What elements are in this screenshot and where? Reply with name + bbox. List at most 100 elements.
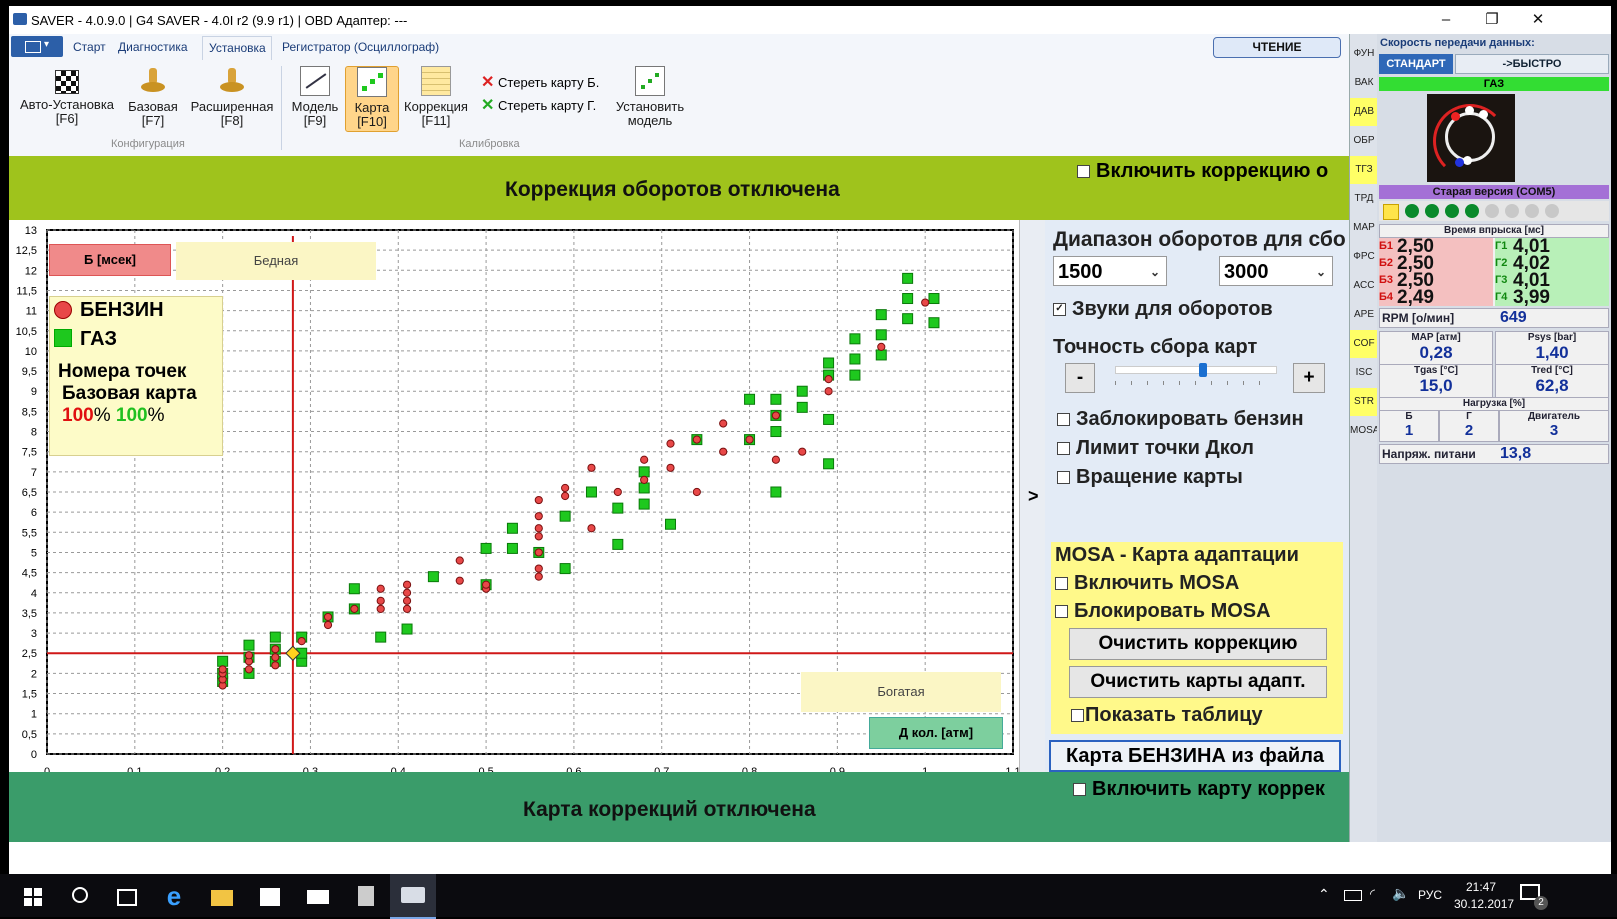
collapse-panel-strip[interactable]: > [1019,220,1046,772]
side-tab-8[interactable]: АСС [1350,272,1378,300]
precision-slider[interactable] [1115,363,1277,393]
standard-speed-button[interactable]: СТАНДАРТ [1379,54,1453,74]
start-icon[interactable] [20,882,48,910]
erase-g-button[interactable]: ✕ Стереть карту Г. [481,95,596,115]
rotate-map-checkbox[interactable]: Вращение карты [1057,466,1243,489]
fast-speed-button[interactable]: ->БЫСТРО [1455,54,1609,74]
petrol-point [402,604,412,613]
petrol-point [666,463,675,472]
side-tab-9[interactable]: АРЕ [1350,301,1378,329]
b-axis-label: Б [мсек] [83,252,137,267]
file-menu-button[interactable]: ▾ [11,36,63,57]
map-value: 0,28 [1419,343,1453,362]
block-mosa-checkbox[interactable]: Блокировать MOSA [1055,600,1271,623]
side-tab-11[interactable]: ISC [1350,359,1378,387]
file-explorer-icon[interactable] [208,882,236,910]
store-icon[interactable] [256,882,284,910]
auto-install-button[interactable]: Авто-Установка [F6] [17,66,117,126]
petrol-map-from-file-button[interactable]: Карта БЕНЗИНА из файла [1049,740,1341,772]
search-icon[interactable] [66,882,94,910]
expand-arrow-icon[interactable]: > [1028,486,1039,507]
edge-browser-icon[interactable]: e [160,882,188,910]
petrol-point [218,665,227,674]
petrol-point [455,576,464,585]
rpm-min-select[interactable]: 1500 ⌄ [1053,256,1167,286]
task-view-icon[interactable] [112,882,140,910]
enable-rpm-correction-checkbox[interactable]: Включить коррекцию о [1077,160,1328,183]
status-led [1525,204,1539,218]
joystick-icon [217,66,247,96]
tab-install[interactable]: Установка [202,36,272,60]
battery-icon[interactable] [1344,890,1362,901]
tab-diagnostics[interactable]: Диагностика [118,40,188,54]
title-bar: SAVER - 4.0.9.0 | G4 SAVER - 4.0I r2 (9.… [9,6,1611,34]
read-button[interactable]: ЧТЕНИЕ [1213,37,1341,58]
mail-icon[interactable] [304,882,332,910]
erase-b-button[interactable]: ✕ Стереть карту Б. [481,72,599,92]
clear-adapt-maps-button[interactable]: Очистить карты адапт. [1069,666,1327,698]
restore-button[interactable]: ❐ [1469,6,1515,34]
side-tab-7[interactable]: ФРС [1350,243,1378,271]
basic-key: [F7] [141,113,165,128]
limit-point-checkbox[interactable]: Лимит точки Дкол [1057,437,1254,460]
enable-mosa-checkbox[interactable]: Включить MOSA [1055,572,1239,595]
side-tab-12[interactable]: STR [1350,388,1378,416]
rpm-sounds-checkbox[interactable]: ✓ Звуки для оборотов [1053,298,1273,321]
side-tab-10[interactable]: COF [1350,330,1378,358]
side-tab-4[interactable]: ТГЗ [1350,156,1378,184]
network-icon[interactable]: ◜ [1370,886,1375,902]
tab-recorder[interactable]: Регистратор (Осциллограф) [282,40,439,54]
petrol-point [376,604,385,613]
rpm-max-select[interactable]: 3000 ⌄ [1219,256,1333,286]
close-button[interactable]: ✕ [1515,6,1561,34]
model-key: [F9] [303,113,327,128]
side-tab-6[interactable]: МАР [1350,214,1378,242]
petrol-point [692,487,701,497]
lock-petrol-checkbox[interactable]: Заблокировать бензин [1057,408,1304,431]
slider-thumb[interactable] [1199,363,1207,377]
precision-minus-button[interactable]: - [1065,363,1095,393]
gas-point [401,623,413,635]
tred-label: Tred [°C] [1531,365,1573,376]
tab-start[interactable]: Старт [73,40,106,54]
chevron-up-icon[interactable]: ⌃ [1318,886,1330,903]
side-tab-3[interactable]: ОБР [1350,127,1378,155]
gas-injector-label: Г1 [1495,238,1513,255]
clock-time[interactable]: 21:47 [1466,880,1496,894]
language-indicator[interactable]: РУС [1418,888,1442,902]
y-tick-label: 3 [31,628,37,640]
load-header: Нагрузка [%] [1379,397,1609,411]
install-model-button[interactable]: Установить модель [609,66,691,128]
psys-cell: Psys [bar] 1,40 [1495,331,1609,365]
model-button[interactable]: Модель [F9] [287,66,343,128]
window-title: SAVER - 4.0.9.0 | G4 SAVER - 4.0I r2 (9.… [31,13,408,28]
saver-app-taskbar-icon[interactable] [390,874,436,919]
side-tab-0[interactable]: ФУН [1350,40,1378,68]
y-tick-label: 11,5 [16,285,37,297]
volume-icon[interactable]: 🔈 [1392,885,1409,902]
gas-point [849,353,861,365]
petrol-point [244,665,254,674]
show-table-checkbox[interactable]: Показать таблицу [1071,704,1263,727]
advanced-button[interactable]: Расширенная [F8] [189,66,275,128]
clock-date[interactable]: 30.12.2017 [1454,897,1514,911]
map-chart-area[interactable]: 0 0,5 1 1,5 2 2,5 3 3,5 4 4,5 5 5,5 6 6,5 7 7,5 8 8,5 9 9,5… [9,220,1019,772]
precision-plus-button[interactable]: + [1293,363,1325,393]
side-tab-2[interactable]: ДАВ [1350,98,1378,126]
correction-button[interactable]: Коррекция [F11] [401,66,471,128]
map-button[interactable]: Карта [F10] [345,66,399,132]
precision-label: Точность сбора карт [1053,336,1258,358]
side-tab-5[interactable]: ТРД [1350,185,1378,213]
gas-point [823,458,835,470]
minimize-button[interactable]: – [1423,6,1469,34]
basic-button[interactable]: Базовая [F7] [123,66,183,128]
load-petrol-cell: Б 1 [1379,410,1439,442]
enable-correction-map-checkbox[interactable]: Включить карту коррек [1073,778,1325,801]
side-tab-1[interactable]: ВАК [1350,69,1378,97]
side-tab-13[interactable]: MOSA [1350,417,1379,445]
status-led [1445,204,1459,218]
calculator-icon[interactable] [352,882,380,910]
clear-correction-button[interactable]: Очистить коррекцию [1069,628,1327,660]
gas-point [796,385,808,397]
gas-point [585,486,597,498]
